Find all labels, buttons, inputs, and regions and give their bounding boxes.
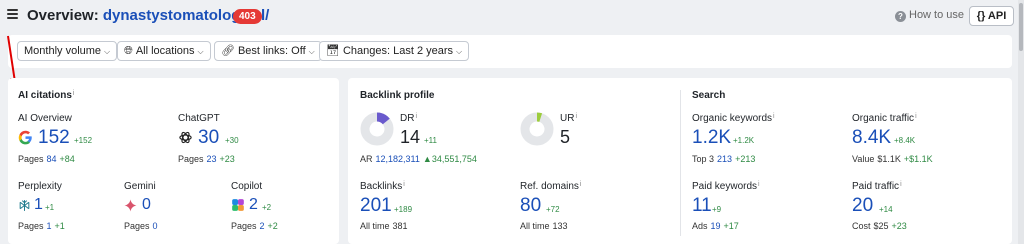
ref-domains-all-time: All time 133	[520, 221, 568, 231]
ref-domains-label: Ref. domainsi	[520, 181, 582, 192]
backlinks-all-time: All time 381	[360, 221, 408, 231]
locations-label: All locations	[135, 45, 195, 57]
how-to-use-label: How to use	[909, 9, 965, 21]
ur-value: 5	[560, 127, 571, 147]
search-title: Search	[692, 90, 726, 101]
info-icon[interactable]: i	[73, 90, 75, 97]
copilot-pages-value[interactable]: 2	[260, 221, 265, 231]
best-links-label: Best links: Off	[237, 45, 306, 57]
ads-row: Ads 19 +17	[692, 221, 739, 231]
copilot-value[interactable]: 2	[249, 196, 258, 214]
ai-overview-delta: +152	[74, 136, 93, 145]
chatgpt-label: ChatGPT	[178, 113, 220, 124]
dr-delta: +11	[424, 136, 437, 145]
ai-citations-card: AI citationsi AI Overview 152 +152 Pages…	[8, 78, 339, 244]
menu-icon[interactable]	[7, 9, 18, 19]
paid-traffic-label: Paid traffici	[852, 181, 902, 192]
dr-value: 14	[400, 127, 421, 147]
gemini-icon	[124, 199, 137, 212]
monthly-volume-label: Monthly volume	[24, 45, 102, 57]
organic-traffic-value[interactable]: 8.4K	[852, 127, 891, 149]
paid-keywords-label: Paid keywordsi	[692, 181, 760, 192]
scrollbar[interactable]	[1018, 0, 1024, 244]
top3-value[interactable]: 213	[717, 154, 732, 164]
gemini-pages: Pages 0	[124, 221, 158, 231]
dr-donut-chart	[360, 112, 394, 146]
ads-value[interactable]: 19	[711, 221, 721, 231]
organic-keywords-label: Organic keywordsi	[692, 113, 775, 124]
chatgpt-icon	[179, 131, 192, 144]
organic-keywords-value[interactable]: 1.2K	[692, 127, 731, 149]
changes-dropdown[interactable]: 📅︎ Changes: Last 2 years ⌵	[319, 41, 470, 61]
copilot-delta: +2	[262, 203, 272, 212]
ref-domains-delta: +72	[546, 205, 560, 214]
traffic-value-row: Value $1.1K +$1.1K	[852, 154, 933, 164]
scrollbar-thumb[interactable]	[1019, 3, 1023, 51]
perplexity-delta: +1	[45, 203, 55, 212]
ar-delta: ▲34,551,754	[422, 154, 477, 164]
top-bar: Overview: dynastystomatology.pl/ 403 ? Ho…	[0, 0, 1018, 34]
changes-label: Changes: Last 2 years	[342, 45, 454, 57]
best-links-dropdown[interactable]: 🔗︎ Best links: Off ⌵	[214, 41, 322, 61]
ur-label: URi	[560, 113, 578, 124]
arrow-up-icon: ▲	[422, 154, 432, 164]
perplexity-pages: Pages 1 +1	[18, 221, 65, 231]
perplexity-pages-value[interactable]: 1	[47, 221, 52, 231]
chevron-down-icon: ⌵	[197, 47, 204, 56]
title-prefix: Overview:	[27, 7, 99, 24]
globe-icon: 🌐︎	[124, 45, 133, 57]
backlinks-value[interactable]: 201	[360, 195, 392, 217]
paid-keywords-value[interactable]: 11	[692, 195, 712, 217]
calendar-icon: 📅︎	[326, 45, 340, 57]
chevron-down-icon: ⌵	[456, 47, 463, 56]
top3-row: Top 3 213 +213	[692, 154, 756, 164]
dr-label: DRi	[400, 113, 418, 124]
backlink-profile-title: Backlink profile	[360, 90, 435, 101]
copilot-pages: Pages 2 +2	[231, 221, 278, 231]
gemini-label: Gemini	[124, 181, 156, 192]
chatgpt-delta: +30	[225, 136, 239, 145]
copilot-label: Copilot	[231, 181, 263, 192]
backlinks-label: Backlinksi	[360, 181, 405, 192]
ar-value[interactable]: 12,182,311	[376, 154, 420, 164]
ai-citations-title: AI citationsi	[18, 90, 75, 101]
perplexity-label: Perplexity	[18, 181, 62, 192]
ur-donut-chart	[520, 112, 554, 146]
monthly-volume-dropdown[interactable]: Monthly volume ⌵	[17, 41, 118, 61]
cost-row: Cost $25 +23	[852, 221, 907, 231]
section-divider	[680, 90, 681, 236]
gemini-value[interactable]: 0	[142, 196, 151, 214]
backlinks-delta: +189	[394, 205, 413, 214]
organic-traffic-label: Organic traffici	[852, 113, 917, 124]
ref-domains-value[interactable]: 80	[520, 195, 541, 217]
organic-keywords-delta: +1.2K	[733, 136, 755, 145]
ai-overview-pages: Pages 84 +84	[18, 154, 75, 164]
ar-row: AR 12,182,311 ▲34,551,754	[360, 154, 477, 164]
how-to-use-link[interactable]: ? How to use	[895, 9, 964, 22]
ai-overview-pages-value[interactable]: 84	[47, 154, 57, 164]
paid-traffic-value[interactable]: 20	[852, 195, 873, 217]
chatgpt-value[interactable]: 30	[198, 127, 219, 149]
google-icon	[18, 130, 32, 145]
copilot-icon	[232, 199, 244, 211]
perplexity-value[interactable]: 1	[34, 196, 43, 214]
chatgpt-pages: Pages 23 +23	[178, 154, 235, 164]
chatgpt-pages-value[interactable]: 23	[207, 154, 217, 164]
api-button[interactable]: {} API	[969, 6, 1014, 26]
perplexity-icon	[19, 200, 30, 211]
locations-dropdown[interactable]: 🌐︎ All locations ⌵	[117, 41, 211, 61]
link-icon: 🔗︎	[221, 45, 235, 57]
chevron-down-icon: ⌵	[104, 47, 111, 56]
paid-traffic-delta: +14	[879, 205, 893, 214]
filter-bar: Monthly volume ⌵ 🌐︎ All locations ⌵ 🔗︎ Best …	[8, 35, 1012, 68]
organic-traffic-delta: +8.4K	[894, 136, 916, 145]
chevron-down-icon: ⌵	[308, 47, 315, 56]
paid-keywords-delta: +9	[712, 205, 722, 214]
ai-overview-value[interactable]: 152	[38, 127, 70, 149]
gemini-pages-value[interactable]: 0	[153, 221, 158, 231]
help-icon: ?	[895, 11, 906, 22]
status-badge: 403	[233, 9, 262, 24]
ai-overview-label: AI Overview	[18, 113, 72, 124]
